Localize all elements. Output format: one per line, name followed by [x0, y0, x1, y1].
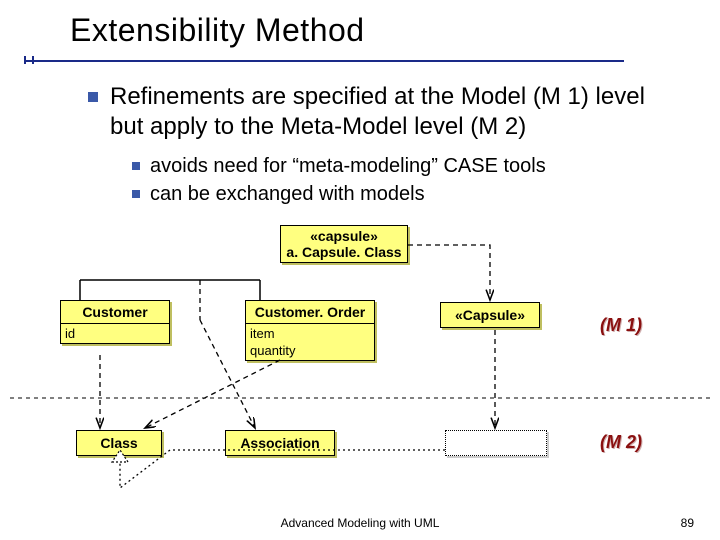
customer-attr: id	[61, 324, 169, 343]
capsule-meta-box: «Capsule»	[440, 302, 540, 328]
customer-name: Customer	[61, 301, 169, 324]
page-number: 89	[681, 516, 694, 530]
association-box: Association	[225, 430, 335, 456]
customer-box: Customer id	[60, 300, 170, 344]
slide: Extensibility Method Refinements are spe…	[0, 0, 720, 540]
capsule-stereotype: «capsule»	[285, 228, 403, 244]
order-attr2: quantity	[246, 341, 374, 360]
diagram: «capsule» a. Capsule. Class Customer id …	[0, 0, 720, 540]
level-m1: (M 1)	[600, 315, 642, 336]
class-box: Class	[76, 430, 162, 456]
association-label: Association	[240, 435, 319, 451]
class-label: Class	[100, 435, 137, 451]
diagram-lines	[0, 0, 720, 540]
capsule-meta-label: «Capsule»	[455, 307, 525, 323]
capsule-classname: a. Capsule. Class	[285, 244, 403, 260]
footer: Advanced Modeling with UML	[0, 516, 720, 530]
level-m2: (M 2)	[600, 432, 642, 453]
capsule-class-box: «capsule» a. Capsule. Class	[280, 225, 408, 263]
dotted-box	[445, 430, 547, 456]
order-box: Customer. Order item quantity	[245, 300, 375, 361]
order-name: Customer. Order	[246, 301, 374, 324]
